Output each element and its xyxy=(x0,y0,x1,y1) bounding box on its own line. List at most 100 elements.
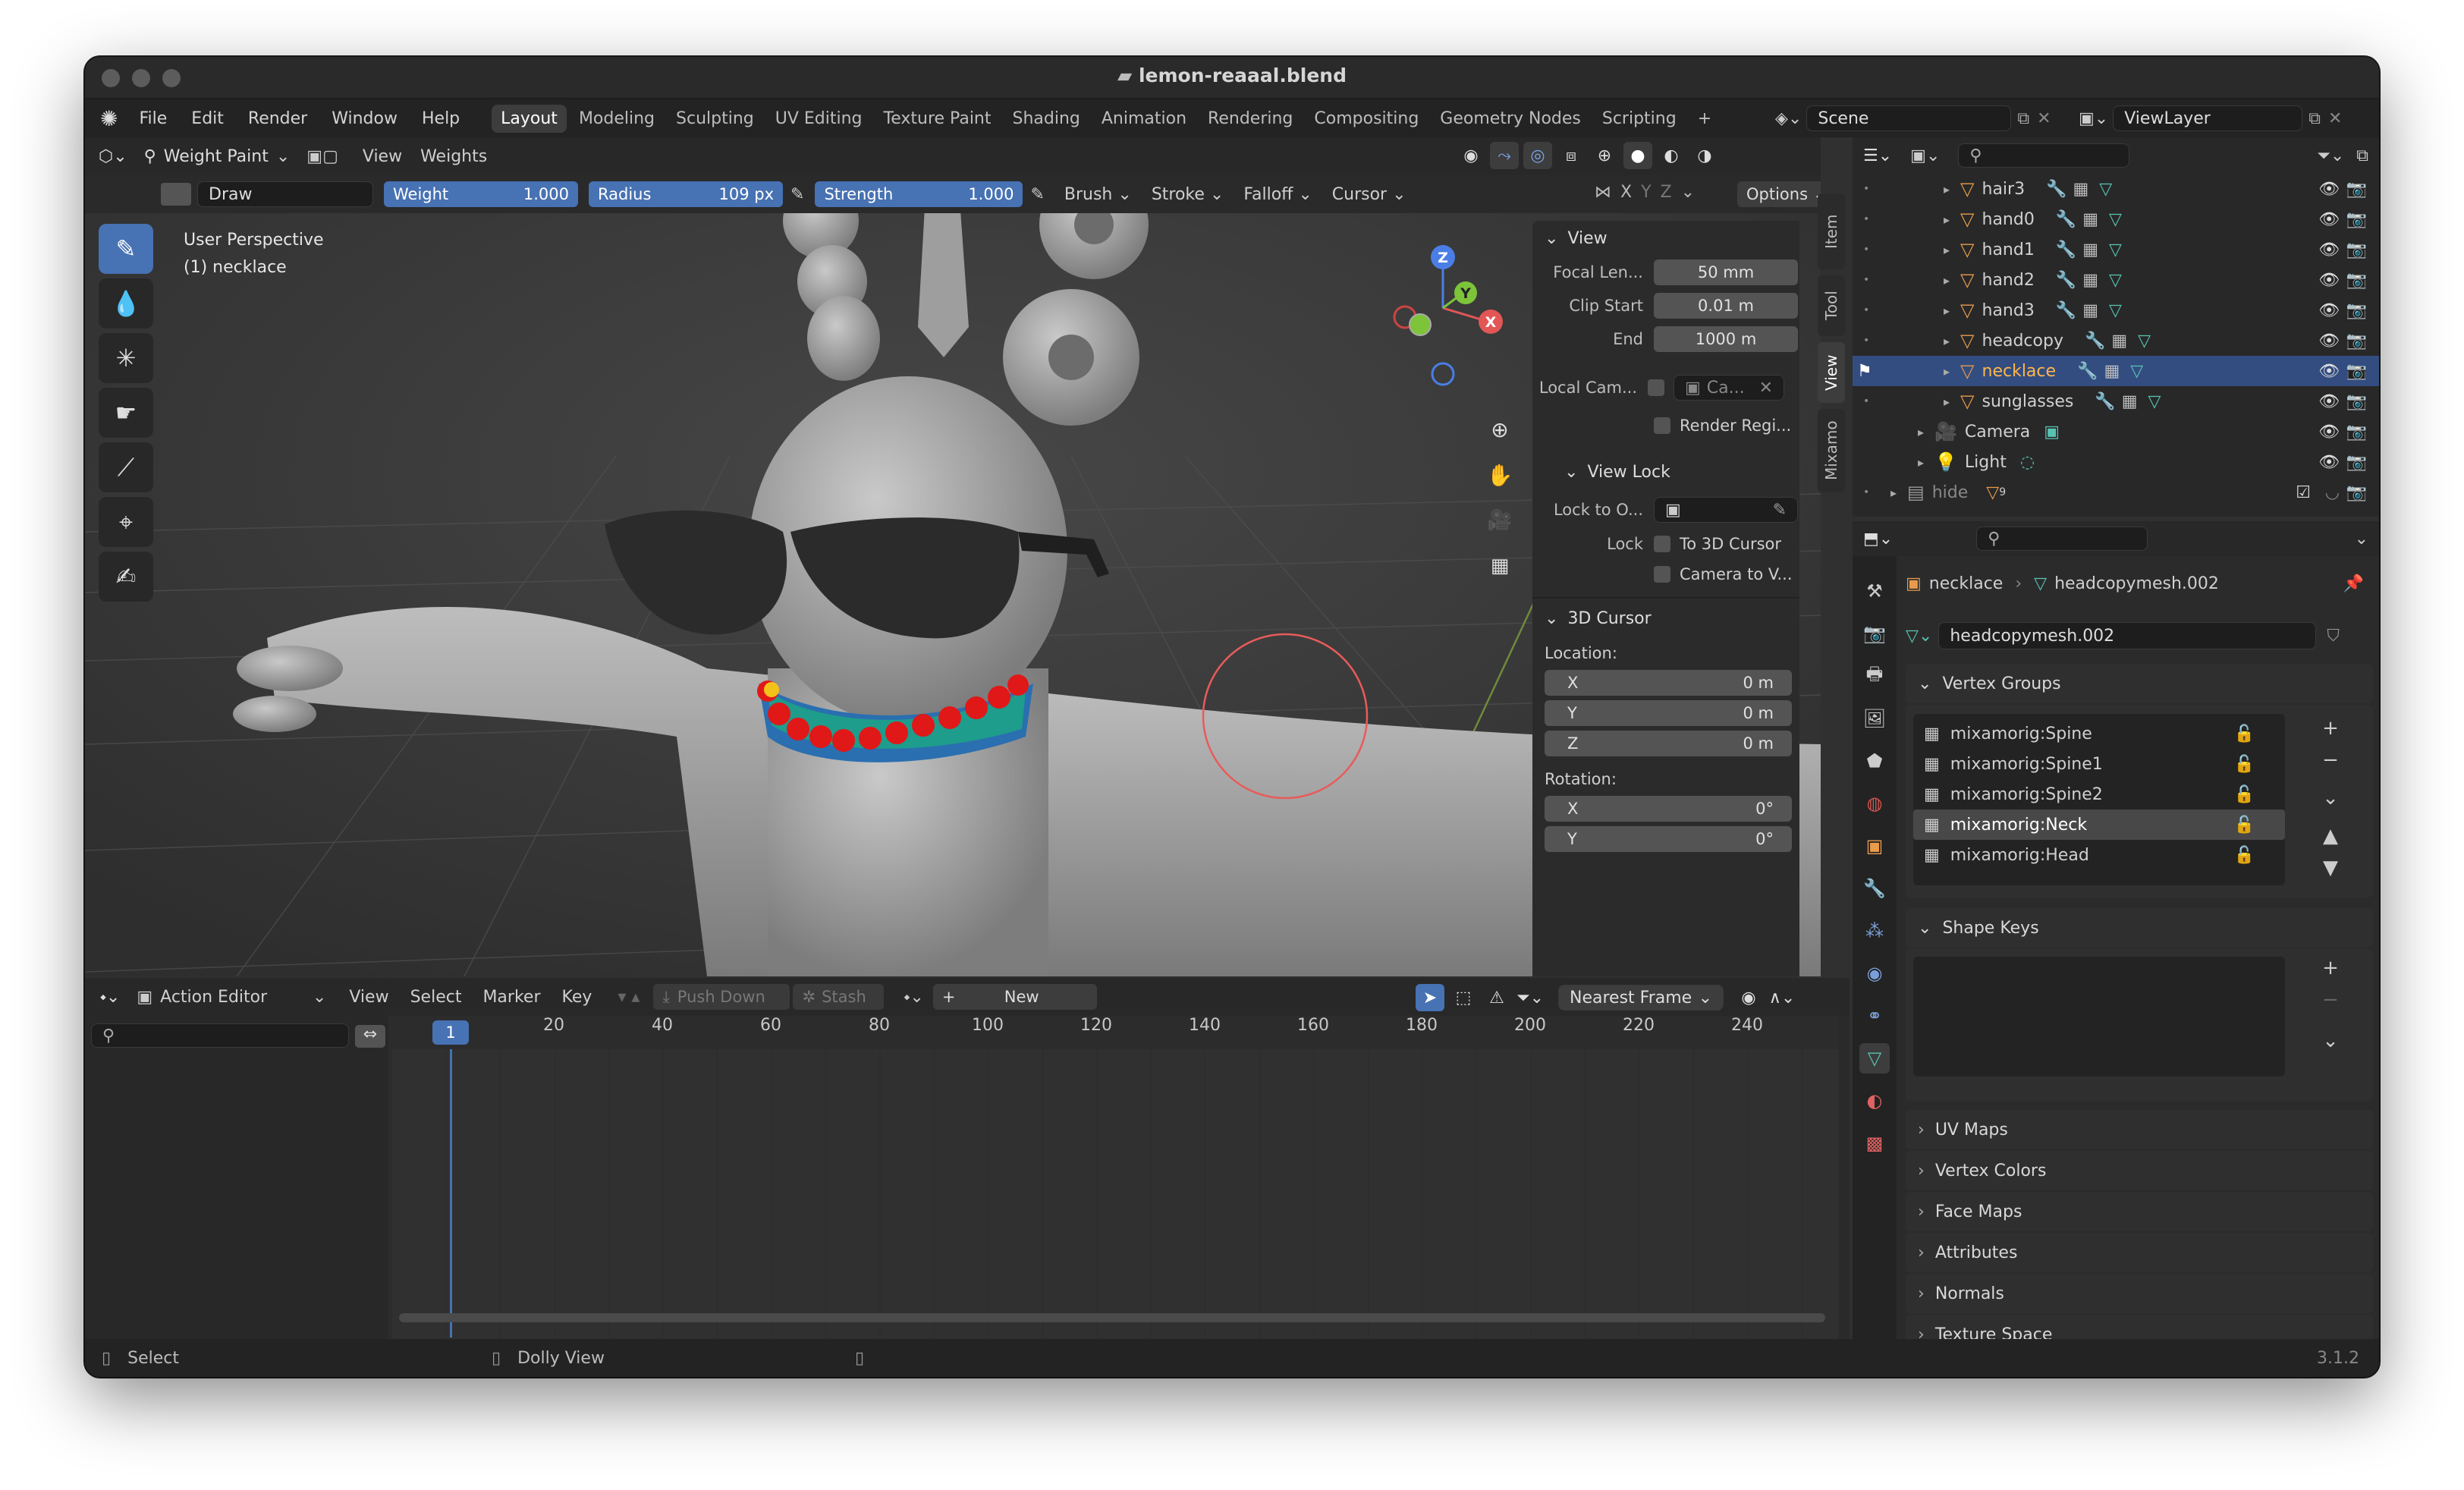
proportional-edit-icon[interactable]: ◉ xyxy=(1734,984,1763,1011)
vertex-groups-icon[interactable]: ▦ xyxy=(2111,332,2127,350)
tab-animation[interactable]: Animation xyxy=(1092,105,1196,133)
mesh-browse-icon[interactable]: ▽⌄ xyxy=(1906,627,1932,646)
tab-shading[interactable]: Shading xyxy=(1004,105,1089,133)
cursor-location-y[interactable]: Y0 m xyxy=(1545,700,1792,726)
mesh-data-icon[interactable]: ▽ xyxy=(2138,332,2151,350)
camera-data-icon[interactable]: ▣ xyxy=(2044,423,2060,442)
render-camera-icon[interactable]: 📷 xyxy=(2346,271,2367,290)
symmetry-z[interactable]: Z xyxy=(1661,183,1672,202)
filter-icon[interactable]: ⏷⌄ xyxy=(1516,984,1545,1011)
vertex-group-row[interactable]: ▦ mixamorig:Spine 🔓 xyxy=(1913,718,2285,749)
blur-brush-icon[interactable]: 💧 xyxy=(99,278,153,328)
falloff-curve-icon[interactable]: ∧⌄ xyxy=(1768,984,1796,1011)
fake-user-shield-icon[interactable]: ⛉ xyxy=(2327,627,2340,646)
modifier-wrench-icon[interactable]: 🔧 xyxy=(2095,392,2115,411)
outliner-row-camera[interactable]: ▸ 🎥 Camera ▣ 👁 📷 xyxy=(1853,417,2379,447)
mesh-data-icon[interactable]: ▽ xyxy=(2148,392,2161,411)
particles-tab-icon[interactable]: ⁂ xyxy=(1859,916,1890,946)
disclosure-triangle-icon[interactable]: ▸ xyxy=(1944,182,1950,196)
modifier-wrench-icon[interactable]: 🔧 xyxy=(2056,210,2076,229)
push-down-button[interactable]: ⤓ Push Down xyxy=(653,984,790,1010)
section-uv-maps[interactable]: › UV Maps xyxy=(1906,1110,2373,1149)
scene-icon[interactable]: ◈⌄ xyxy=(1775,109,1802,128)
scene-tab-icon[interactable]: ⬟ xyxy=(1859,746,1890,776)
vertex-groups-icon[interactable]: ▦ xyxy=(2082,240,2098,259)
view-section-header[interactable]: ⌄ View xyxy=(1532,221,1799,256)
vertex-groups-icon[interactable]: ▦ xyxy=(2073,180,2089,199)
remove-shape-key-button[interactable]: − xyxy=(2315,984,2346,1016)
horizontal-scrollbar[interactable] xyxy=(399,1313,1825,1322)
eye-icon[interactable]: 👁 xyxy=(2318,271,2340,290)
new-view-layer-icon[interactable]: ⧉ xyxy=(2308,109,2321,128)
shape-keys-header[interactable]: ⌄ Shape Keys xyxy=(1906,908,2373,948)
cursor-rotation-y[interactable]: Y 0° xyxy=(1545,826,1792,852)
render-camera-icon[interactable]: 📷 xyxy=(2346,240,2367,259)
outliner-row-hand1[interactable]: • ▸ ▽ hand1 🔧 ▦ ▽ 👁 📷 xyxy=(1853,234,2379,265)
disclosure-triangle-icon[interactable]: ▸ xyxy=(1944,395,1950,409)
outliner-filter-icon[interactable]: ⏷⌄ xyxy=(2317,146,2344,165)
channel-search-input[interactable]: ⚲ xyxy=(91,1023,349,1048)
clip-start-field[interactable]: 0.01 m xyxy=(1654,293,1798,319)
visibility-toggle-icon[interactable]: ◡ xyxy=(2325,483,2340,502)
remove-vertex-group-button[interactable]: − xyxy=(2315,744,2346,776)
cursor-rotation-x[interactable]: X 0° xyxy=(1545,796,1792,822)
outliner-editor-icon[interactable]: ☰⌄ xyxy=(1863,146,1892,165)
view-layer-field[interactable]: ViewLayer xyxy=(2113,105,2303,131)
disclosure-triangle-icon[interactable]: ▸ xyxy=(1944,334,1950,348)
symmetry-x[interactable]: X xyxy=(1620,183,1632,202)
view-lock-header[interactable]: ⌄ View Lock xyxy=(1532,453,1799,491)
menu-window[interactable]: Window xyxy=(332,109,398,128)
mask-toggle-icon[interactable]: ▣▢ xyxy=(306,147,338,166)
view-layer-icon[interactable]: ▣⌄ xyxy=(2079,109,2108,128)
outliner-row-hand0[interactable]: • ▸ ▽ hand0 🔧 ▦ ▽ 👁 📷 xyxy=(1853,204,2379,234)
constraints-tab-icon[interactable]: ⚭ xyxy=(1859,1001,1890,1031)
properties-search-input[interactable]: ⚲ xyxy=(1976,527,2148,551)
hidden-toggle-icon[interactable]: ⬚ xyxy=(1449,984,1478,1011)
modifier-wrench-icon[interactable]: 🔧 xyxy=(2056,271,2076,290)
radius-slider[interactable]: Radius 109 px xyxy=(589,181,783,207)
action-browse-icon[interactable]: ⬩⌄ xyxy=(904,988,923,1007)
delete-scene-icon[interactable]: ✕ xyxy=(2037,109,2051,128)
pan-hand-icon[interactable]: ✋ xyxy=(1481,456,1519,494)
tab-tool[interactable]: Tool xyxy=(1818,275,1845,336)
shape-key-list[interactable] xyxy=(1913,957,2285,1077)
disclosure-triangle-icon[interactable]: ▸ xyxy=(1918,425,1924,439)
stash-button[interactable]: ✲ Stash xyxy=(793,984,885,1010)
lock-icon[interactable]: 🔓 xyxy=(2234,755,2255,774)
cursor-location-z[interactable]: Z0 m xyxy=(1545,731,1792,756)
add-shape-key-button[interactable]: + xyxy=(2315,952,2346,984)
menu-edit[interactable]: Edit xyxy=(191,109,224,128)
symmetry-y[interactable]: Y xyxy=(1641,183,1651,202)
vertex-groups-icon[interactable]: ▦ xyxy=(2104,362,2120,381)
mesh-name-field[interactable]: headcopymesh.002 xyxy=(1938,622,2317,649)
local-camera-field[interactable]: ▣ Ca... ✕ xyxy=(1674,375,1784,401)
xray-toggle-icon[interactable]: ⧈ xyxy=(1557,142,1586,169)
modifier-wrench-icon[interactable]: 🔧 xyxy=(2077,362,2098,381)
keyframe-region[interactable]: 1 20 40 60 80 100 120 140 160 180 200 22… xyxy=(391,1016,1850,1339)
output-tab-icon[interactable]: 🖶 xyxy=(1859,661,1890,691)
overlay-toggle-icon[interactable]: ◎ xyxy=(1523,142,1552,169)
visibility-icon[interactable]: ◉ xyxy=(1457,142,1485,169)
cursor-section-header[interactable]: ⌄ 3D Cursor xyxy=(1532,597,1799,638)
tab-rendering[interactable]: Rendering xyxy=(1199,105,1302,133)
section-normals[interactable]: › Normals xyxy=(1906,1274,2373,1313)
render-region-checkbox[interactable] xyxy=(1654,417,1670,434)
outliner-row-necklace[interactable]: • ⚑ ▸ ▽ necklace 🔧 ▦ ▽ 👁 📷 xyxy=(1853,356,2379,386)
modifier-wrench-icon[interactable]: 🔧 xyxy=(2056,301,2076,320)
render-tab-icon[interactable]: 📷 xyxy=(1859,618,1890,649)
vertex-group-row[interactable]: ▦ mixamorig:Spine1 🔓 xyxy=(1913,749,2285,779)
errors-only-icon[interactable]: ⚠ xyxy=(1482,984,1511,1011)
object-tab-icon[interactable]: ▣ xyxy=(1859,831,1890,861)
lock-icon[interactable]: 🔓 xyxy=(2234,846,2255,865)
eye-icon[interactable]: 👁 xyxy=(2318,362,2340,381)
clip-end-field[interactable]: 1000 m xyxy=(1654,326,1798,352)
vertex-groups-header[interactable]: ⌄ Vertex Groups xyxy=(1906,664,2373,703)
outliner-search-input[interactable]: ⚲ xyxy=(1958,143,2130,168)
outliner-row-hair3[interactable]: • ▸ ▽ hair3 🔧 ▦ ▽ 👁 📷 xyxy=(1853,174,2379,204)
cursor-location-x[interactable]: X0 m xyxy=(1545,670,1792,696)
tab-mixamo[interactable]: Mixamo xyxy=(1818,409,1845,492)
eye-icon[interactable]: 👁 xyxy=(2318,392,2340,411)
gradient-tool-icon[interactable]: ⟋ xyxy=(99,442,153,492)
tool-tab-icon[interactable]: ⚒ xyxy=(1859,576,1890,606)
disclosure-triangle-icon[interactable]: ▸ xyxy=(1944,364,1950,379)
